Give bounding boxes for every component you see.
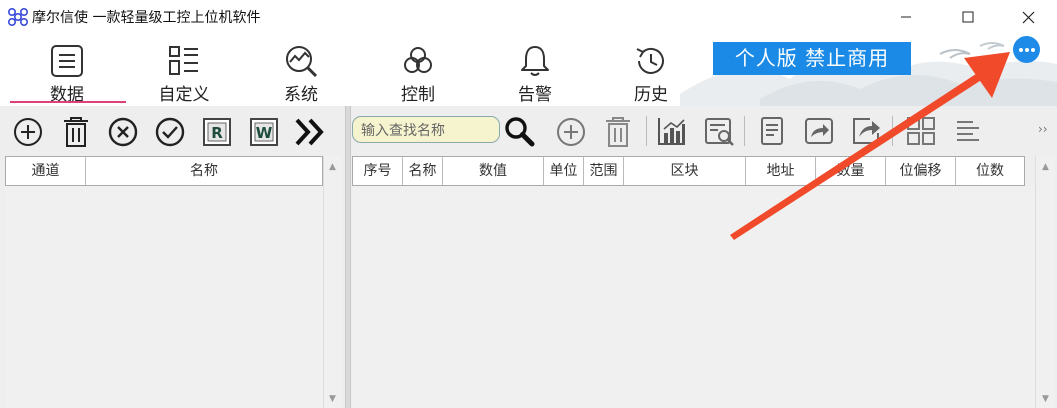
nav-item-custom[interactable]: 自定义 bbox=[139, 34, 229, 106]
left-scrollbar[interactable]: ▲ ▼ bbox=[323, 156, 341, 408]
scroll-up-icon[interactable]: ▲ bbox=[1036, 162, 1055, 172]
column-header[interactable]: 名称 bbox=[403, 157, 443, 185]
nav-item-history[interactable]: 历史 bbox=[606, 34, 696, 106]
svg-text:W: W bbox=[256, 124, 273, 142]
maximize-button[interactable] bbox=[945, 0, 991, 34]
expand-icon[interactable] bbox=[294, 116, 328, 148]
scroll-down-icon[interactable]: ▼ bbox=[324, 394, 341, 404]
search-input[interactable] bbox=[359, 119, 497, 142]
history-icon bbox=[636, 47, 664, 74]
bar-chart-icon[interactable] bbox=[656, 115, 688, 147]
left-table-header: 通道 名称 bbox=[5, 156, 323, 186]
column-header[interactable]: 数值 bbox=[443, 157, 544, 185]
w-file-icon[interactable]: W bbox=[248, 116, 280, 148]
right-scrollbar[interactable]: ▲ ▼ bbox=[1035, 156, 1055, 408]
r-file-icon[interactable]: R bbox=[201, 116, 233, 148]
search-box bbox=[352, 116, 500, 143]
search-icon[interactable] bbox=[503, 115, 535, 147]
remove-icon[interactable] bbox=[107, 116, 139, 148]
app-logo-icon bbox=[7, 7, 29, 27]
delete-icon[interactable] bbox=[602, 115, 634, 149]
annotation-arrow-icon bbox=[730, 52, 1010, 240]
scroll-up-icon[interactable]: ▲ bbox=[324, 162, 341, 172]
nav-label-alarm: 告警 bbox=[518, 85, 552, 105]
check-icon[interactable] bbox=[154, 116, 186, 148]
nav-item-alarm[interactable]: 告警 bbox=[490, 34, 580, 106]
close-button[interactable] bbox=[1005, 0, 1051, 34]
nav-label-control: 控制 bbox=[401, 85, 435, 105]
list-icon bbox=[51, 45, 83, 77]
minimize-icon bbox=[901, 16, 911, 18]
nav-label-system: 系统 bbox=[284, 85, 318, 105]
window-title: 摩尔信使 一款轻量级工控上位机软件 bbox=[32, 10, 261, 26]
bell-icon bbox=[521, 46, 549, 76]
active-tab-underline bbox=[10, 101, 126, 103]
more-dot bbox=[1025, 48, 1029, 52]
scroll-down-icon[interactable]: ▼ bbox=[1036, 394, 1055, 404]
minimize-button[interactable] bbox=[883, 0, 929, 34]
nav-item-system[interactable]: 系统 bbox=[256, 34, 346, 106]
column-header[interactable]: 名称 bbox=[86, 157, 322, 185]
nav-item-data[interactable]: 数据 bbox=[22, 34, 112, 106]
left-table-body bbox=[5, 186, 323, 408]
add-icon[interactable] bbox=[12, 116, 44, 148]
grid-list-icon bbox=[169, 46, 198, 75]
svg-text:R: R bbox=[211, 124, 223, 142]
chart-search-icon bbox=[286, 46, 318, 78]
column-header[interactable]: 单位 bbox=[544, 157, 584, 185]
more-right-icon[interactable]: ›› bbox=[1038, 122, 1048, 136]
column-header[interactable]: 范围 bbox=[584, 157, 624, 185]
knot-icon bbox=[404, 47, 432, 73]
column-header[interactable]: 通道 bbox=[6, 157, 86, 185]
maximize-icon bbox=[962, 11, 974, 23]
toolbar-divider bbox=[646, 116, 647, 146]
column-header[interactable]: 序号 bbox=[353, 157, 403, 185]
nav-label-history: 历史 bbox=[634, 85, 668, 105]
delete-icon[interactable] bbox=[60, 115, 92, 149]
nav-label-custom: 自定义 bbox=[158, 85, 210, 105]
add-icon[interactable] bbox=[555, 116, 587, 148]
more-dot bbox=[1031, 48, 1035, 52]
close-icon bbox=[1022, 11, 1034, 23]
nav-item-control[interactable]: 控制 bbox=[373, 34, 463, 106]
